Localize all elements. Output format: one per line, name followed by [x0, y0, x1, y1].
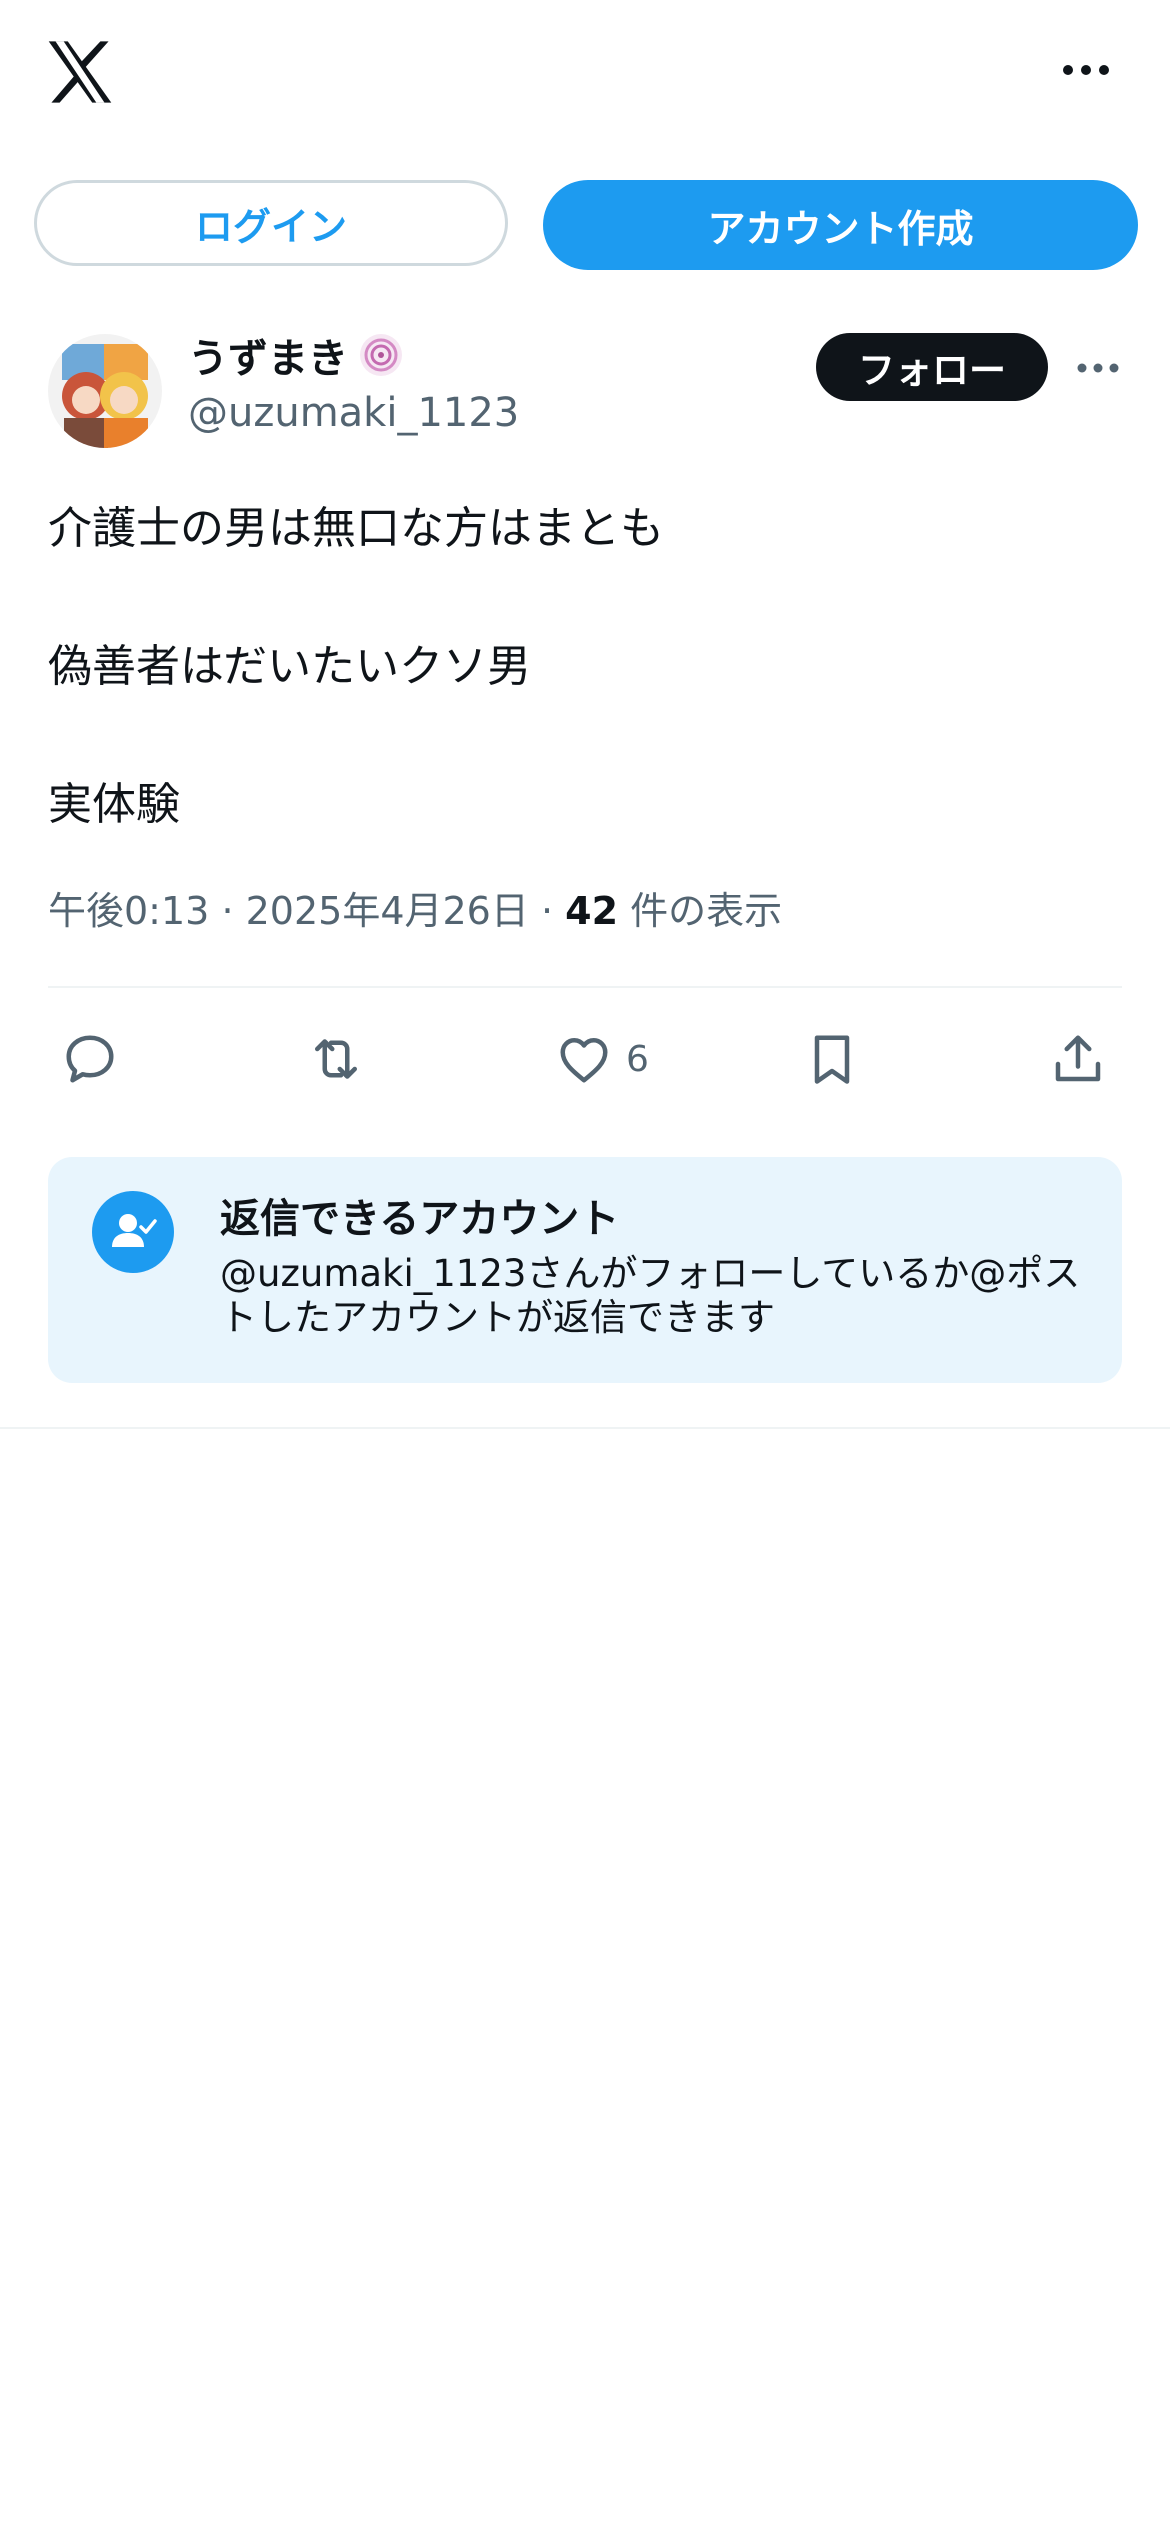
tweet-time[interactable]: 午後0:13 — [48, 889, 209, 933]
avatar[interactable] — [48, 334, 162, 448]
login-button[interactable]: ログイン — [34, 180, 508, 266]
x-logo-icon[interactable] — [46, 40, 114, 104]
views-count: 42 — [565, 889, 619, 933]
more-icon[interactable] — [1062, 60, 1110, 80]
more-icon[interactable] — [1077, 361, 1119, 375]
bookmark-button[interactable] — [802, 1024, 862, 1094]
meta-separator: · — [540, 889, 554, 933]
tweet-text-line: 介護士の男は無口な方はまとも — [48, 503, 664, 554]
share-button[interactable] — [1048, 1024, 1108, 1094]
create-account-button[interactable]: アカウント作成 — [543, 180, 1138, 270]
retweet-icon — [315, 1039, 357, 1079]
like-button[interactable]: 6 — [554, 1024, 649, 1094]
tweet-date[interactable]: 2025年4月26日 — [246, 889, 529, 933]
tweet-meta: 午後0:13 · 2025年4月26日 · 42 件の表示 — [48, 880, 782, 935]
bookmark-icon — [814, 1035, 850, 1084]
follow-button[interactable]: フォロー — [816, 333, 1048, 401]
tweet-text-line: 実体験 — [48, 779, 180, 830]
reply-card-description: @uzumaki_1123さんがフォローしているか@ポストしたアカウントが返信で… — [220, 1252, 1081, 1339]
like-count: 6 — [626, 1038, 649, 1080]
reply-button[interactable] — [60, 1024, 120, 1094]
meta-separator: · — [221, 889, 234, 933]
views-label: 件の表示 — [630, 889, 783, 933]
divider — [0, 1427, 1170, 1429]
user-handle[interactable]: @uzumaki_1123 — [188, 390, 519, 436]
like-icon — [560, 1038, 608, 1083]
tweet-text-line: 偽善者はだいたいクソ男 — [48, 641, 532, 692]
display-name[interactable]: うずまき — [188, 326, 348, 384]
reply-icon — [66, 1035, 114, 1083]
reply-restriction-icon — [92, 1191, 174, 1273]
reply-card-title: 返信できるアカウント — [220, 1196, 620, 1242]
share-icon — [1055, 1035, 1101, 1082]
divider — [48, 986, 1122, 988]
spiral-badge-icon — [360, 334, 402, 376]
retweet-button[interactable] — [306, 1024, 366, 1094]
